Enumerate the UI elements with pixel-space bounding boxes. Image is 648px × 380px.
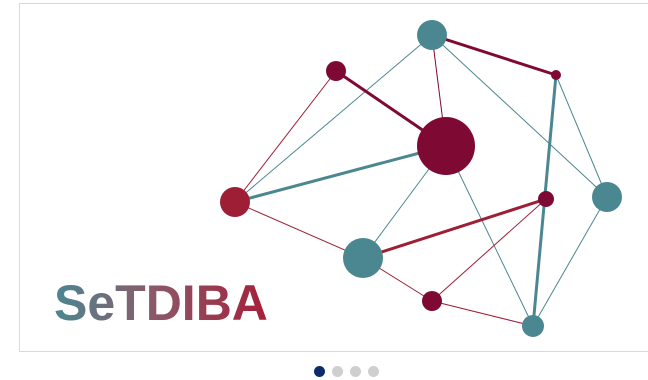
node-crimson-tiny — [551, 70, 561, 80]
node-teal-center — [343, 238, 383, 278]
node-crimson-right — [538, 191, 554, 207]
carousel-slide[interactable]: SeTDIBA — [19, 3, 648, 352]
node-teal-right — [592, 182, 622, 212]
network-graphic: SeTDIBA — [54, 20, 622, 337]
carousel-dot-4[interactable] — [368, 366, 379, 377]
carousel-pagination — [314, 366, 379, 377]
setdiba-logo-text: SeTDIBA — [54, 275, 268, 331]
node-crimson-bottom — [422, 291, 442, 311]
carousel-dot-3[interactable] — [350, 366, 361, 377]
node-red-left — [220, 187, 250, 217]
network-nodes — [220, 20, 622, 337]
node-teal-bottom — [522, 315, 544, 337]
carousel-dot-2[interactable] — [332, 366, 343, 377]
network-edges — [234, 33, 608, 327]
node-large-crimson — [417, 117, 475, 175]
node-teal-top — [417, 20, 447, 50]
carousel-dot-1[interactable] — [314, 366, 325, 377]
node-crimson-small — [326, 61, 346, 81]
